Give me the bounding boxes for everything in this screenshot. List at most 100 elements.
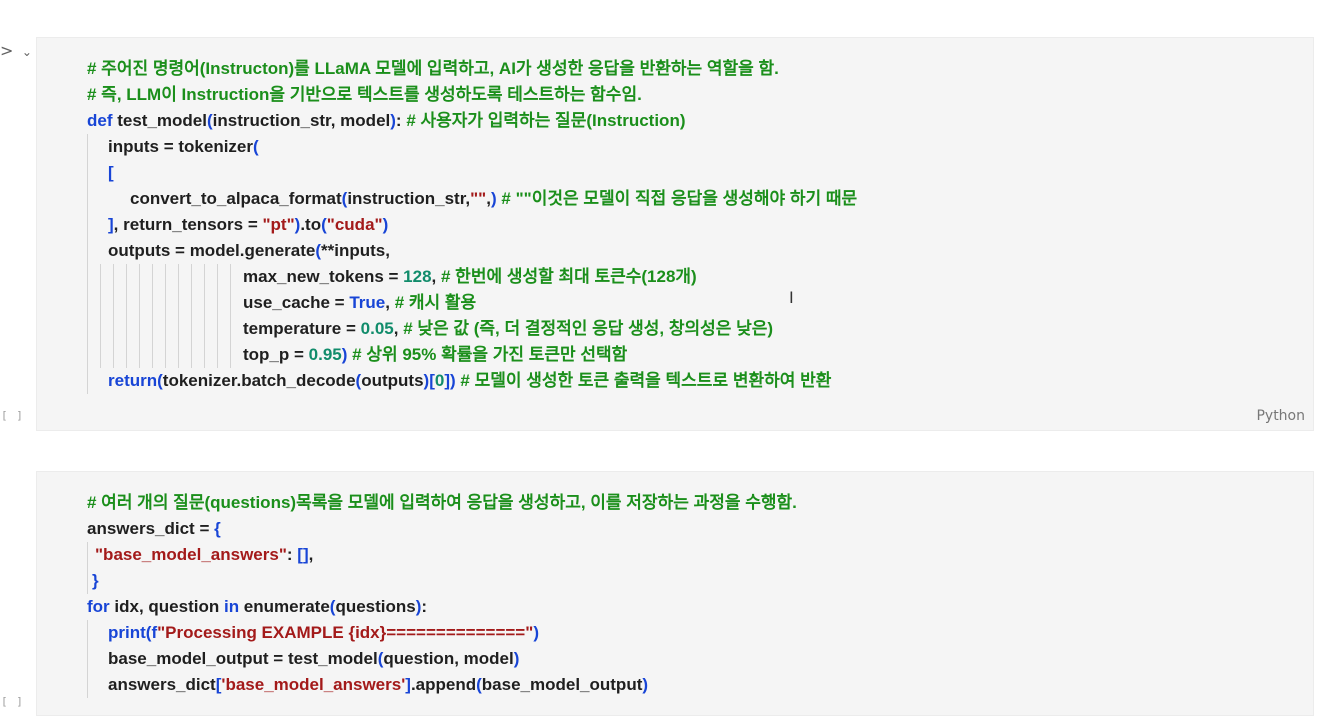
indent-guide — [152, 290, 153, 316]
code-text: temperature = 0.05, # 낮은 값 (즉, 더 결정적인 응답… — [243, 319, 774, 338]
indent-guide — [139, 264, 140, 290]
indent-guide — [217, 316, 218, 342]
indent-guide — [230, 316, 231, 342]
code-line: } — [87, 568, 1303, 594]
code-text: answers_dict['base_model_answers'].appen… — [108, 675, 649, 694]
indent-guide — [87, 160, 88, 186]
indent-guide — [217, 264, 218, 290]
code-line: max_new_tokens = 128, # 한번에 생성할 최대 토큰수(1… — [87, 264, 1303, 290]
code-line: for idx, question in enumerate(questions… — [87, 594, 1303, 620]
indent-guide — [230, 342, 231, 368]
indent-guide — [191, 342, 192, 368]
code-text: [ — [108, 163, 114, 182]
indent-guide — [165, 290, 166, 316]
code-line: base_model_output = test_model(question,… — [87, 646, 1303, 672]
code-line: # 여러 개의 질문(questions)목록을 모델에 입력하여 응답을 생성… — [87, 490, 1303, 516]
indent-guide — [178, 264, 179, 290]
code-text: outputs = model.generate(**inputs, — [108, 241, 390, 260]
indent-guide — [113, 342, 114, 368]
indent-guide — [204, 342, 205, 368]
code-line: use_cache = True, # 캐시 활용 — [87, 290, 1303, 316]
indent-guide — [178, 290, 179, 316]
code-text: def test_model(instruction_str, model): … — [87, 111, 686, 130]
indent-guide — [217, 290, 218, 316]
code-text: top_p = 0.95) # 상위 95% 확률을 가진 토큰만 선택함 — [243, 345, 628, 364]
code-text: return(tokenizer.batch_decode(outputs)[0… — [108, 371, 832, 390]
indent-guide — [87, 542, 88, 568]
code-text: for idx, question in enumerate(questions… — [87, 597, 428, 616]
indent-guide — [87, 342, 88, 368]
indent-guide — [87, 186, 88, 212]
code-text: base_model_output = test_model(question,… — [108, 649, 520, 668]
indent-guide — [113, 290, 114, 316]
indent-guide — [126, 316, 127, 342]
indent-guide — [100, 342, 101, 368]
code-editor[interactable]: # 여러 개의 질문(questions)목록을 모델에 입력하여 응답을 생성… — [87, 490, 1303, 698]
indent-guide — [126, 264, 127, 290]
code-line: return(tokenizer.batch_decode(outputs)[0… — [87, 368, 1303, 394]
indent-guide — [178, 342, 179, 368]
indent-guide — [87, 568, 88, 594]
indent-guide — [165, 264, 166, 290]
indent-guide — [87, 368, 88, 394]
indent-guide — [87, 238, 88, 264]
indent-guide — [113, 264, 114, 290]
code-text: use_cache = True, # 캐시 활용 — [243, 293, 477, 312]
code-editor[interactable]: # 주어진 명령어(Instructon)를 LLaMA 모델에 입력하고, A… — [87, 56, 1303, 394]
comment: # 주어진 명령어(Instructon)를 LLaMA 모델에 입력하고, A… — [87, 59, 779, 78]
indent-guide — [165, 316, 166, 342]
code-line: convert_to_alpaca_format(instruction_str… — [87, 186, 1303, 212]
indent-guide — [87, 672, 88, 698]
code-text: max_new_tokens = 128, # 한번에 생성할 최대 토큰수(1… — [243, 267, 697, 286]
indent-guide — [87, 290, 88, 316]
code-line: answers_dict = { — [87, 516, 1303, 542]
comment: # 즉, LLM이 Instruction을 기반으로 텍스트를 생성하도록 테… — [87, 85, 642, 104]
indent-guide — [87, 264, 88, 290]
code-cell[interactable]: # 여러 개의 질문(questions)목록을 모델에 입력하여 응답을 생성… — [36, 471, 1314, 716]
code-text: answers_dict = { — [87, 519, 221, 538]
code-text: } — [92, 571, 99, 590]
indent-guide — [152, 264, 153, 290]
code-line: ], return_tensors = "pt").to("cuda") — [87, 212, 1303, 238]
code-cell[interactable]: # 주어진 명령어(Instructon)를 LLaMA 모델에 입력하고, A… — [36, 37, 1314, 431]
indent-guide — [204, 264, 205, 290]
indent-guide — [100, 264, 101, 290]
comment: # 여러 개의 질문(questions)목록을 모델에 입력하여 응답을 생성… — [87, 493, 797, 512]
execution-count: [ ] — [1, 409, 24, 422]
code-line: "base_model_answers": [], — [87, 542, 1303, 568]
execution-count: [ ] — [1, 695, 24, 708]
indent-guide — [100, 290, 101, 316]
indent-guide — [204, 290, 205, 316]
cell-toolbar: > ⌄ — [0, 43, 32, 60]
indent-guide — [87, 620, 88, 646]
code-line: # 주어진 명령어(Instructon)를 LLaMA 모델에 입력하고, A… — [87, 56, 1303, 82]
code-line: def test_model(instruction_str, model): … — [87, 108, 1303, 134]
indent-guide — [87, 212, 88, 238]
indent-guide — [139, 316, 140, 342]
code-line: answers_dict['base_model_answers'].appen… — [87, 672, 1303, 698]
code-text: convert_to_alpaca_format(instruction_str… — [130, 189, 858, 208]
indent-guide — [152, 342, 153, 368]
indent-guide — [204, 316, 205, 342]
indent-guide — [87, 134, 88, 160]
code-line: top_p = 0.95) # 상위 95% 확률을 가진 토큰만 선택함 — [87, 342, 1303, 368]
indent-guide — [113, 316, 114, 342]
indent-guide — [191, 316, 192, 342]
code-line: print(f"Processing EXAMPLE {idx}========… — [87, 620, 1303, 646]
text-cursor-icon: I — [789, 288, 794, 307]
indent-guide — [165, 342, 166, 368]
code-text: print(f"Processing EXAMPLE {idx}========… — [108, 623, 539, 642]
run-cell-icon[interactable]: > — [0, 43, 13, 59]
indent-guide — [230, 264, 231, 290]
collapse-chevron-icon[interactable]: ⌄ — [22, 44, 32, 60]
indent-guide — [87, 316, 88, 342]
indent-guide — [87, 646, 88, 672]
indent-guide — [139, 342, 140, 368]
code-text: "base_model_answers": [], — [95, 545, 314, 564]
indent-guide — [139, 290, 140, 316]
indent-guide — [191, 290, 192, 316]
language-label[interactable]: Python — [1256, 408, 1305, 424]
code-line: # 즉, LLM이 Instruction을 기반으로 텍스트를 생성하도록 테… — [87, 82, 1303, 108]
indent-guide — [217, 342, 218, 368]
code-line: inputs = tokenizer( — [87, 134, 1303, 160]
